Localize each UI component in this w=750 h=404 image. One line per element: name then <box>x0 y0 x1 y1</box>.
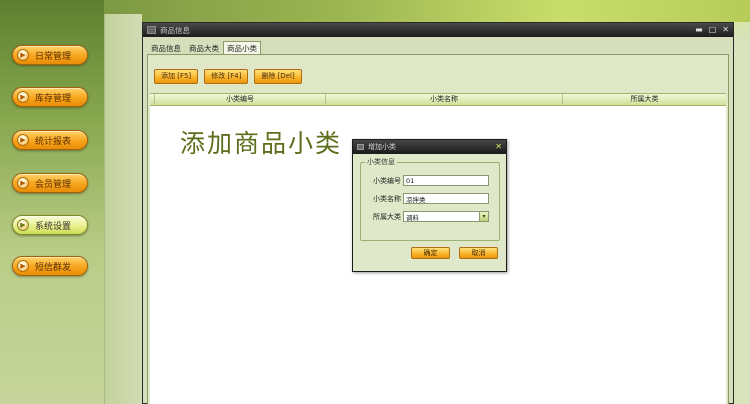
window-title: 商品信息 <box>160 25 190 35</box>
group-title: 小类信息 <box>365 157 397 167</box>
name-row: 小类名称 <box>361 193 501 204</box>
sidebar-item-sms[interactable]: ▶ 短信群发 <box>12 256 88 276</box>
sidebar-item-reports[interactable]: ▶ 统计报表 <box>12 130 88 150</box>
minimize-icon[interactable]: ▬ <box>695 24 703 36</box>
toolbar: 添加 [F5] 修改 [F4] 删除 [Del] <box>154 69 302 84</box>
sidebar-item-inventory[interactable]: ▶ 库存管理 <box>12 87 88 107</box>
add-button[interactable]: 添加 [F5] <box>154 69 199 84</box>
name-input[interactable] <box>403 193 489 204</box>
dialog-titlebar[interactable]: 增加小类 ✕ <box>353 140 506 154</box>
sidebar-item-members[interactable]: ▶ 会员管理 <box>12 173 88 193</box>
tab-product-info[interactable]: 商品信息 <box>147 41 185 55</box>
window-titlebar[interactable]: 商品信息 ▬ □ ✕ <box>143 23 733 37</box>
arrow-right-icon: ▶ <box>17 91 29 103</box>
dialog-app-icon <box>357 144 364 150</box>
tab-bar: 商品信息 商品大类 商品小类 <box>147 41 261 55</box>
category-label: 所属大类 <box>373 212 401 221</box>
name-label: 小类名称 <box>373 194 401 203</box>
sidebar-item-label: 短信群发 <box>35 262 72 273</box>
sidebar-item-label: 系统设置 <box>35 221 72 232</box>
sidebar-item-label: 会员管理 <box>35 179 72 190</box>
arrow-right-icon: ▶ <box>17 49 29 61</box>
column-header-name[interactable]: 小类名称 <box>326 94 563 105</box>
arrow-right-icon: ▶ <box>17 134 29 146</box>
column-header-code[interactable]: 小类编号 <box>155 94 326 105</box>
column-header-category[interactable]: 所属大类 <box>563 94 726 105</box>
close-icon[interactable]: ✕ <box>495 141 502 153</box>
sidebar-item-label: 统计报表 <box>35 136 72 147</box>
window-app-icon <box>147 26 156 34</box>
close-icon[interactable]: ✕ <box>722 24 729 36</box>
sidebar-item-settings[interactable]: ▶ 系统设置 <box>12 215 88 235</box>
category-select[interactable]: 调料 ▾ <box>403 211 489 222</box>
delete-button[interactable]: 删除 [Del] <box>254 69 302 84</box>
arrow-right-icon: ▶ <box>17 177 29 189</box>
arrow-right-icon: ▶ <box>17 260 29 272</box>
category-row: 所属大类 调料 ▾ <box>361 211 501 222</box>
code-input[interactable] <box>403 175 489 186</box>
sidebar-item-label: 日常管理 <box>35 51 72 62</box>
subcategory-info-group: 小类信息 小类编号 小类名称 所属大类 调料 ▾ <box>360 157 501 241</box>
cancel-button[interactable]: 取消 <box>459 247 498 259</box>
dialog-title: 增加小类 <box>368 143 396 151</box>
confirm-button[interactable]: 确定 <box>411 247 450 259</box>
maximize-icon[interactable]: □ <box>709 24 717 36</box>
chevron-down-icon[interactable]: ▾ <box>479 212 488 221</box>
tab-product-category[interactable]: 商品大类 <box>185 41 223 55</box>
sidebar-item-label: 库存管理 <box>35 93 72 104</box>
sidebar-divider <box>104 14 142 404</box>
table-header: 小类编号 小类名称 所属大类 <box>150 94 726 106</box>
code-row: 小类编号 <box>361 175 501 186</box>
category-selected-value: 调料 <box>406 213 419 222</box>
sidebar-item-daily[interactable]: ▶ 日常管理 <box>12 45 88 65</box>
edit-button[interactable]: 修改 [F4] <box>204 69 249 84</box>
page-heading: 添加商品小类 <box>180 129 343 158</box>
code-label: 小类编号 <box>373 176 401 185</box>
arrow-right-icon: ▶ <box>17 219 29 231</box>
tab-product-subcategory[interactable]: 商品小类 <box>223 41 261 55</box>
add-subcategory-dialog: 增加小类 ✕ 小类信息 小类编号 小类名称 所属大类 调料 ▾ 确定 取消 <box>352 139 507 272</box>
